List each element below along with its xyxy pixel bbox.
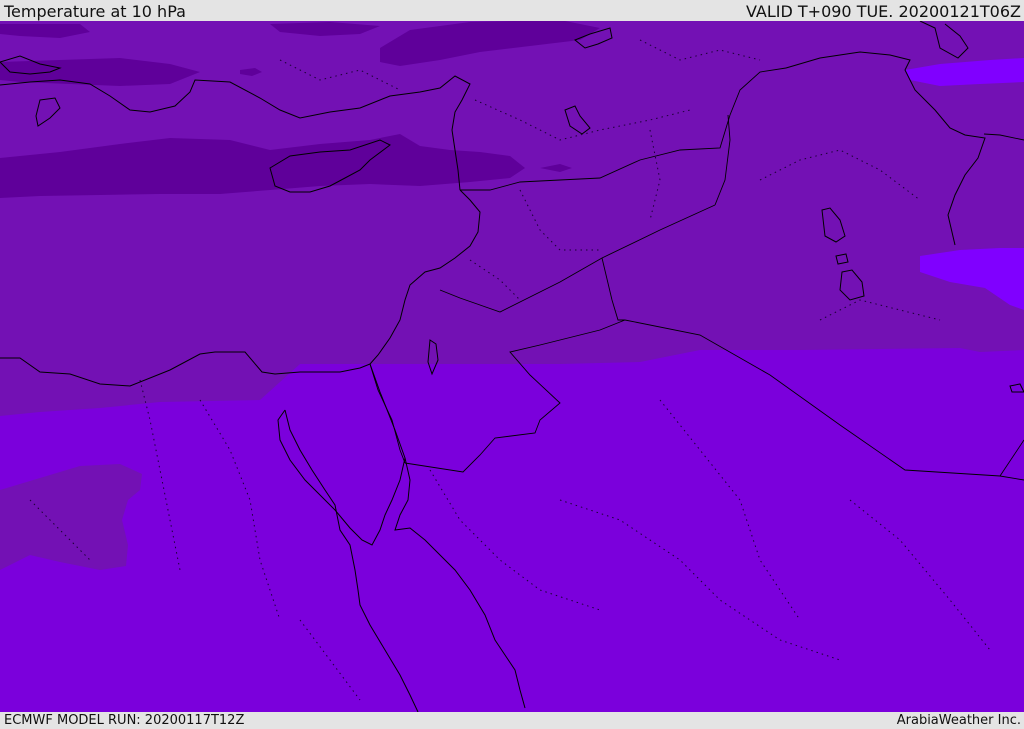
temperature-map — [0, 21, 1024, 712]
model-run-label: ECMWF MODEL RUN: 20200117T12Z — [4, 713, 245, 728]
map-panel[interactable] — [0, 21, 1024, 712]
header-bar: Temperature at 10 hPa VALID T+090 TUE. 2… — [0, 0, 1024, 21]
credit-label: ArabiaWeather Inc. — [896, 713, 1021, 728]
footer-bar: ECMWF MODEL RUN: 20200117T12Z ArabiaWeat… — [0, 712, 1024, 729]
map-title: Temperature at 10 hPa — [4, 2, 186, 21]
valid-time-label: VALID T+090 TUE. 20200121T06Z — [745, 2, 1021, 21]
